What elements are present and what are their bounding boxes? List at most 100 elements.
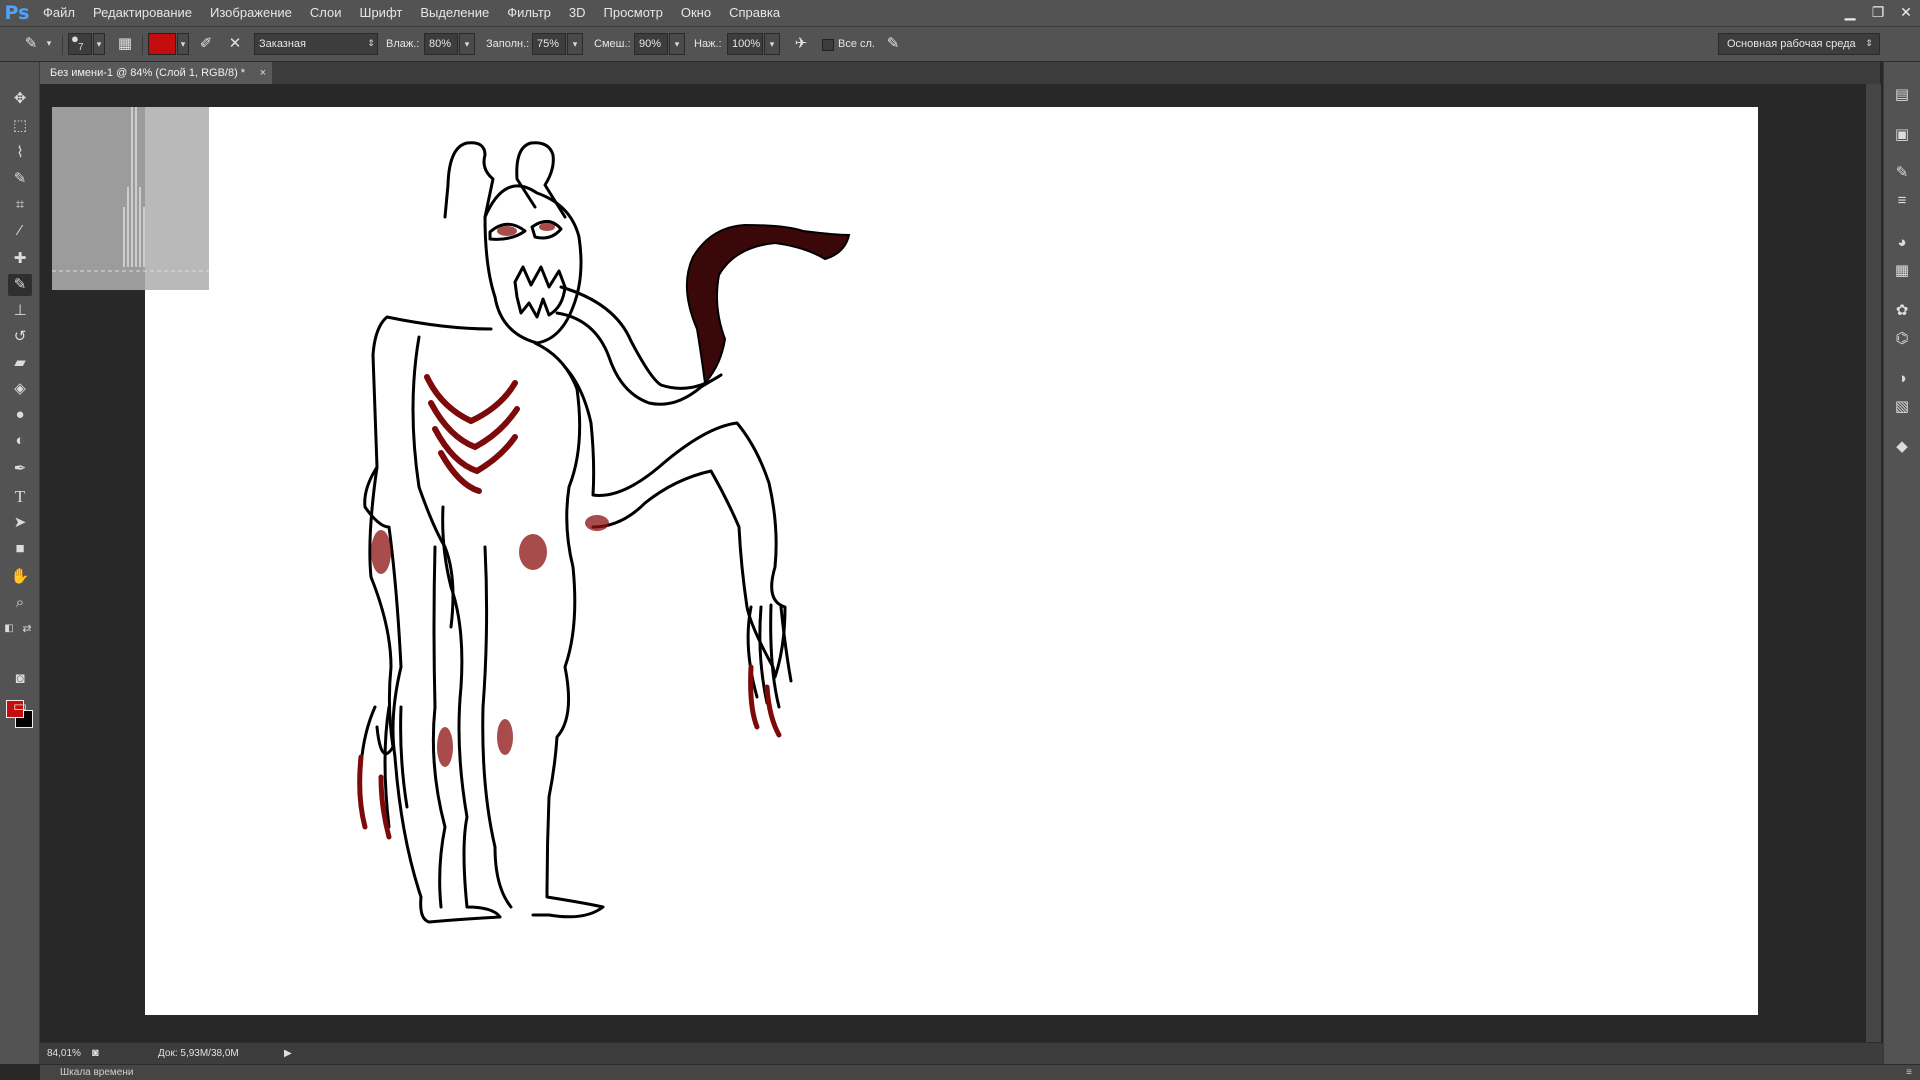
separator xyxy=(62,35,63,55)
red-eye-right xyxy=(539,223,555,231)
layers-panel-icon[interactable]: ◆ xyxy=(1891,436,1913,458)
menu-3d[interactable]: 3D xyxy=(560,0,595,26)
tool-preset-dropdown[interactable]: ▾ xyxy=(44,33,54,55)
swap-colors-icon[interactable]: ⇄ xyxy=(20,618,34,640)
lasso-tool-icon[interactable]: ⌇ xyxy=(8,142,32,164)
history-brush-tool-icon[interactable]: ↺ xyxy=(8,326,32,348)
brush-panel-icon[interactable]: ▦ xyxy=(114,33,136,55)
brush-stroke-preview xyxy=(52,107,209,290)
swatches-panel-icon[interactable]: ▦ xyxy=(1891,260,1913,282)
red-eye-left xyxy=(497,226,517,236)
load-brush-icon[interactable]: ✐ xyxy=(195,33,217,55)
menu-file[interactable]: Файл xyxy=(34,0,84,26)
mix-input[interactable]: 90% xyxy=(634,33,668,55)
menu-type[interactable]: Шрифт xyxy=(351,0,412,26)
timeline-menu-icon[interactable]: ≡ xyxy=(1906,1065,1912,1080)
paint-bucket-tool-icon[interactable]: ◈ xyxy=(8,378,32,400)
menu-layer[interactable]: Слои xyxy=(301,0,351,26)
brush-preset-picker[interactable]: ● 7 xyxy=(68,31,92,55)
menu-edit[interactable]: Редактирование xyxy=(84,0,201,26)
mix-dropdown[interactable]: ▾ xyxy=(669,33,685,55)
status-menu-arrow-icon[interactable]: ▶ xyxy=(284,1043,292,1064)
properties-panel-icon[interactable]: ▣ xyxy=(1891,124,1913,146)
menu-view[interactable]: Просмотр xyxy=(595,0,672,26)
brush-presets-panel-icon[interactable]: ✎ xyxy=(1891,162,1913,184)
ps-logo: Ps xyxy=(4,2,30,24)
timeline-bar[interactable]: Шкала времени ≡ xyxy=(40,1064,1920,1080)
styles-panel-icon[interactable]: ✿ xyxy=(1891,300,1913,322)
mix-preset-select[interactable]: Заказная xyxy=(254,33,378,55)
restore-icon[interactable]: ❐ xyxy=(1864,0,1892,26)
rectangle-tool-icon[interactable]: ■ xyxy=(8,538,32,560)
clone-stamp-tool-icon[interactable]: ⊥ xyxy=(8,300,32,322)
close-tab-icon[interactable]: × xyxy=(260,62,266,84)
hand-tool-icon[interactable]: ✋ xyxy=(8,566,32,588)
menu-bar: Ps Файл Редактирование Изображение Слои … xyxy=(0,0,1920,26)
quick-mask-icon[interactable]: ◙ xyxy=(8,668,32,690)
document-tab-title: Без имени-1 @ 84% (Слой 1, RGB/8) * xyxy=(50,67,246,79)
wetness-input[interactable]: 80% xyxy=(424,33,458,55)
clean-brush-icon[interactable]: ✕ xyxy=(224,33,246,55)
default-colors-icon[interactable]: ◧ xyxy=(2,618,16,640)
menu-image[interactable]: Изображение xyxy=(201,0,301,26)
brush-tool-icon[interactable]: ✎ xyxy=(8,274,32,296)
document-canvas[interactable] xyxy=(145,107,1758,1015)
document-size: Док: 5,93М/38,0М xyxy=(158,1048,239,1059)
path-selection-tool-icon[interactable]: ➤ xyxy=(8,512,32,534)
leg-left xyxy=(431,545,447,909)
pressure-size-icon[interactable]: ✎ xyxy=(882,33,904,55)
paths-panel-icon[interactable]: ⌬ xyxy=(1891,328,1913,350)
document-tab[interactable]: Без имени-1 @ 84% (Слой 1, RGB/8) * × xyxy=(40,62,272,84)
brush-bristle-icon xyxy=(52,107,209,272)
pen-tool-icon[interactable]: ✒ xyxy=(8,458,32,480)
menu-filter[interactable]: Фильтр xyxy=(498,0,560,26)
red-blotch-hip-right xyxy=(519,534,547,570)
menu-help[interactable]: Справка xyxy=(720,0,789,26)
window-controls: ▁ ❐ ✕ xyxy=(1836,0,1920,26)
workspace-select[interactable]: Основная рабочая среда xyxy=(1718,33,1880,55)
brush-preset-dropdown[interactable]: ▾ xyxy=(93,33,105,55)
current-brush-color-swatch[interactable] xyxy=(148,33,176,55)
load-dropdown[interactable]: ▾ xyxy=(567,33,583,55)
blur-tool-icon[interactable]: ● xyxy=(8,404,32,426)
dodge-tool-icon[interactable]: ◐ xyxy=(8,430,32,452)
brush-load-dropdown[interactable]: ▾ xyxy=(177,33,189,55)
type-tool-icon[interactable]: T xyxy=(8,486,32,508)
sample-all-layers-label: Все сл. xyxy=(838,38,875,50)
history-panel-icon[interactable]: ▤ xyxy=(1891,84,1913,106)
menu-select[interactable]: Выделение xyxy=(411,0,498,26)
brush-settings-panel-icon[interactable]: ≡ xyxy=(1891,190,1913,212)
adjustments-panel-icon[interactable]: ◑ xyxy=(1891,368,1913,390)
healing-brush-tool-icon[interactable]: ✚ xyxy=(8,248,32,270)
screen-mode-icon[interactable]: ▭ xyxy=(8,696,32,718)
channels-panel-icon[interactable]: ▧ xyxy=(1891,396,1913,418)
crop-tool-icon[interactable]: ⌗ xyxy=(8,194,32,216)
sample-all-layers-checkbox[interactable] xyxy=(822,39,834,51)
marquee-tool-icon[interactable]: ⬚ xyxy=(8,115,32,137)
red-blotch-elbow xyxy=(585,515,609,531)
eyedropper-tool-icon[interactable]: ⁄ xyxy=(8,220,32,242)
move-tool-icon[interactable]: ✥ xyxy=(8,88,32,110)
load-input[interactable]: 75% xyxy=(532,33,566,55)
chevron-updown-icon: ⇕ xyxy=(367,38,375,48)
vertical-scrollbar[interactable] xyxy=(1866,84,1881,1042)
flow-input[interactable]: 100% xyxy=(727,33,763,55)
sketch-drawing xyxy=(357,141,851,924)
flow-dropdown[interactable]: ▾ xyxy=(764,33,780,55)
document-tab-bar: Без имени-1 @ 84% (Слой 1, RGB/8) * × xyxy=(40,62,1880,84)
wetness-dropdown[interactable]: ▾ xyxy=(459,33,475,55)
eraser-tool-icon[interactable]: ▰ xyxy=(8,352,32,374)
menu-window[interactable]: Окно xyxy=(672,0,720,26)
separator xyxy=(142,35,143,55)
horn-left xyxy=(443,141,495,219)
zoom-tool-icon[interactable]: ⌕ xyxy=(8,592,32,614)
color-panel-icon[interactable]: ◕ xyxy=(1891,232,1913,254)
minimize-icon[interactable]: ▁ xyxy=(1836,0,1864,26)
zoom-level[interactable]: 84,01% xyxy=(47,1043,81,1064)
quick-selection-tool-icon[interactable]: ✎ xyxy=(8,168,32,190)
airbrush-icon[interactable]: ✈ xyxy=(790,33,812,55)
skull-head xyxy=(483,184,583,345)
document-info-icon[interactable]: ◙ xyxy=(92,1043,99,1064)
mixer-brush-tool-icon[interactable]: ✎ xyxy=(20,33,42,55)
close-window-icon[interactable]: ✕ xyxy=(1892,0,1920,26)
